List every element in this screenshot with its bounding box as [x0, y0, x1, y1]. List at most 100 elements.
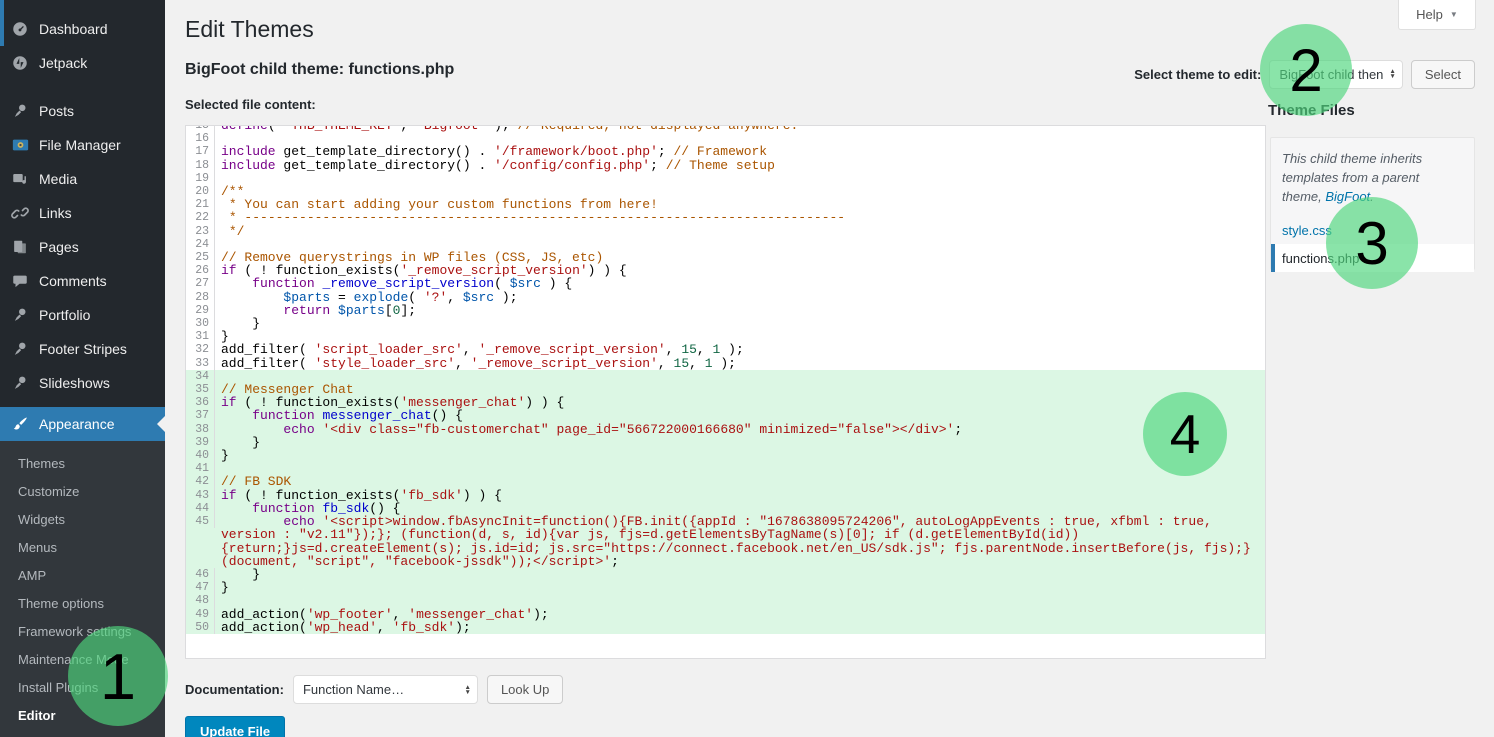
line-number: 28 [186, 291, 215, 304]
sidebar-item-label: Comments [39, 273, 107, 289]
code-line: 39 } [186, 436, 1265, 449]
submenu-item-maintenance-mode[interactable]: Maintenance Mode [0, 645, 165, 673]
line-number: 17 [186, 145, 215, 158]
code-text: if ( ! function_exists('fb_sdk') ) { [221, 489, 1255, 502]
code-line: 38 echo '<div class="fb-customerchat" pa… [186, 423, 1265, 436]
pushpin-icon [10, 373, 30, 393]
dashboard-icon [10, 19, 30, 39]
theme-select-row: Select theme to edit: BigFoot child then… [1134, 59, 1475, 89]
pushpin-icon [10, 339, 30, 359]
sidebar-item-slideshows[interactable]: Slideshows [0, 366, 165, 400]
select-theme-button[interactable]: Select [1411, 60, 1475, 89]
file-manager-icon [10, 135, 30, 155]
line-number: 46 [186, 568, 215, 581]
code-line: 41 [186, 462, 1265, 475]
line-number: 42 [186, 475, 215, 488]
line-number: 37 [186, 409, 215, 422]
line-number: 15 [186, 125, 215, 132]
submenu-item-themes[interactable]: Themes [0, 449, 165, 477]
code-text [221, 462, 1255, 475]
sidebar-item-comments[interactable]: Comments [0, 264, 165, 298]
sidebar-item-links[interactable]: Links [0, 196, 165, 230]
update-file-button[interactable]: Update File [185, 716, 285, 737]
code-text: } [221, 317, 1255, 330]
sidebar-item-file-manager[interactable]: File Manager [0, 128, 165, 162]
submenu-item-editor[interactable]: Editor [0, 701, 165, 729]
line-number: 39 [186, 436, 215, 449]
line-number: 26 [186, 264, 215, 277]
line-number: 43 [186, 489, 215, 502]
theme-file-style-css[interactable]: style.css [1271, 216, 1474, 244]
parent-theme-link[interactable]: BigFoot [1325, 189, 1370, 204]
links-icon [10, 203, 30, 223]
sidebar-item-footer-stripes[interactable]: Footer Stripes [0, 332, 165, 366]
sidebar-item-pages[interactable]: Pages [0, 230, 165, 264]
code-line: 40} [186, 449, 1265, 462]
line-number: 19 [186, 172, 215, 185]
sidebar-item-label: Jetpack [39, 55, 87, 71]
sidebar-item-label: Portfolio [39, 307, 90, 323]
code-line: 29 return $parts[0]; [186, 304, 1265, 317]
code-text: * --------------------------------------… [221, 211, 1255, 224]
submenu-item-amp[interactable]: AMP [0, 561, 165, 589]
submenu-item-theme-options[interactable]: Theme options [0, 589, 165, 617]
code-text: // FB SDK [221, 475, 1255, 488]
sidebar-item-label: Media [39, 171, 77, 187]
theme-file-list: style.cssfunctions.php [1271, 216, 1474, 272]
line-number: 32 [186, 343, 215, 356]
line-number: 41 [186, 462, 215, 475]
theme-files-panel: This child theme inherits templates from… [1270, 137, 1475, 270]
sidebar-item-jetpack[interactable]: Jetpack [0, 46, 165, 80]
line-number: 21 [186, 198, 215, 211]
code-text: echo '<div class="fb-customerchat" page_… [221, 423, 1255, 436]
theme-files-heading: Theme Files [1268, 102, 1355, 119]
submenu-item-widgets[interactable]: Widgets [0, 505, 165, 533]
sidebar-item-appearance[interactable]: Appearance [0, 407, 165, 441]
line-number: 29 [186, 304, 215, 317]
lookup-button[interactable]: Look Up [487, 675, 563, 704]
code-line: 45 echo '<script>window.fbAsyncInit=func… [186, 515, 1265, 568]
submenu-item-framework-settings[interactable]: Framework settings [0, 617, 165, 645]
line-number: 31 [186, 330, 215, 343]
theme-file-functions-php[interactable]: functions.php [1271, 244, 1474, 272]
admin-menu: Dashboard Jetpack Posts File Manager Media Li… [0, 12, 165, 737]
media-icon [10, 169, 30, 189]
help-button[interactable]: Help ▼ [1398, 0, 1476, 30]
documentation-value: Function Name… [303, 682, 404, 697]
line-number: 20 [186, 185, 215, 198]
sidebar-item-portfolio[interactable]: Portfolio [0, 298, 165, 332]
code-line: 47} [186, 581, 1265, 594]
code-text: include get_template_directory() . '/con… [221, 159, 1255, 172]
code-line: 23 */ [186, 225, 1265, 238]
theme-select-dropdown[interactable]: BigFoot child then ▲▼ [1269, 60, 1403, 89]
code-text: define( 'THB_THEME_KEY', 'Bigfoot' ); //… [221, 125, 1255, 132]
code-text: add_filter( 'style_loader_src', '_remove… [221, 357, 1255, 370]
line-number: 34 [186, 370, 215, 383]
line-number: 33 [186, 357, 215, 370]
sidebar-item-label: Slideshows [39, 375, 110, 391]
sidebar-item-label: Posts [39, 103, 74, 119]
pages-icon [10, 237, 30, 257]
line-number: 49 [186, 608, 215, 621]
submenu-item-customize[interactable]: Customize [0, 477, 165, 505]
sidebar-item-media[interactable]: Media [0, 162, 165, 196]
sidebar-item-dashboard[interactable]: Dashboard [0, 12, 165, 46]
code-line: 42 // FB SDK [186, 475, 1265, 488]
code-text: echo '<script>window.fbAsyncInit=functio… [221, 515, 1255, 568]
line-number: 40 [186, 449, 215, 462]
code-line: 46 } [186, 568, 1265, 581]
submenu-item-install-plugins[interactable]: Install Plugins [0, 673, 165, 701]
documentation-label: Documentation: [185, 682, 284, 697]
code-line: 30 } [186, 317, 1265, 330]
code-text: */ [221, 225, 1255, 238]
submenu-item-menus[interactable]: Menus [0, 533, 165, 561]
line-number: 36 [186, 396, 215, 409]
line-number: 23 [186, 225, 215, 238]
sidebar-item-label: Appearance [39, 416, 115, 432]
documentation-dropdown[interactable]: Function Name… ▲▼ [293, 675, 478, 704]
code-editor[interactable]: 15 define( 'THB_THEME_KEY', 'Bigfoot' ); … [185, 125, 1266, 659]
sidebar-item-posts[interactable]: Posts [0, 94, 165, 128]
sidebar-item-label: Dashboard [39, 21, 108, 37]
edited-file-title: BigFoot child theme: functions.php [185, 61, 454, 79]
appearance-submenu: ThemesCustomizeWidgetsMenusAMPTheme opti… [0, 441, 165, 737]
